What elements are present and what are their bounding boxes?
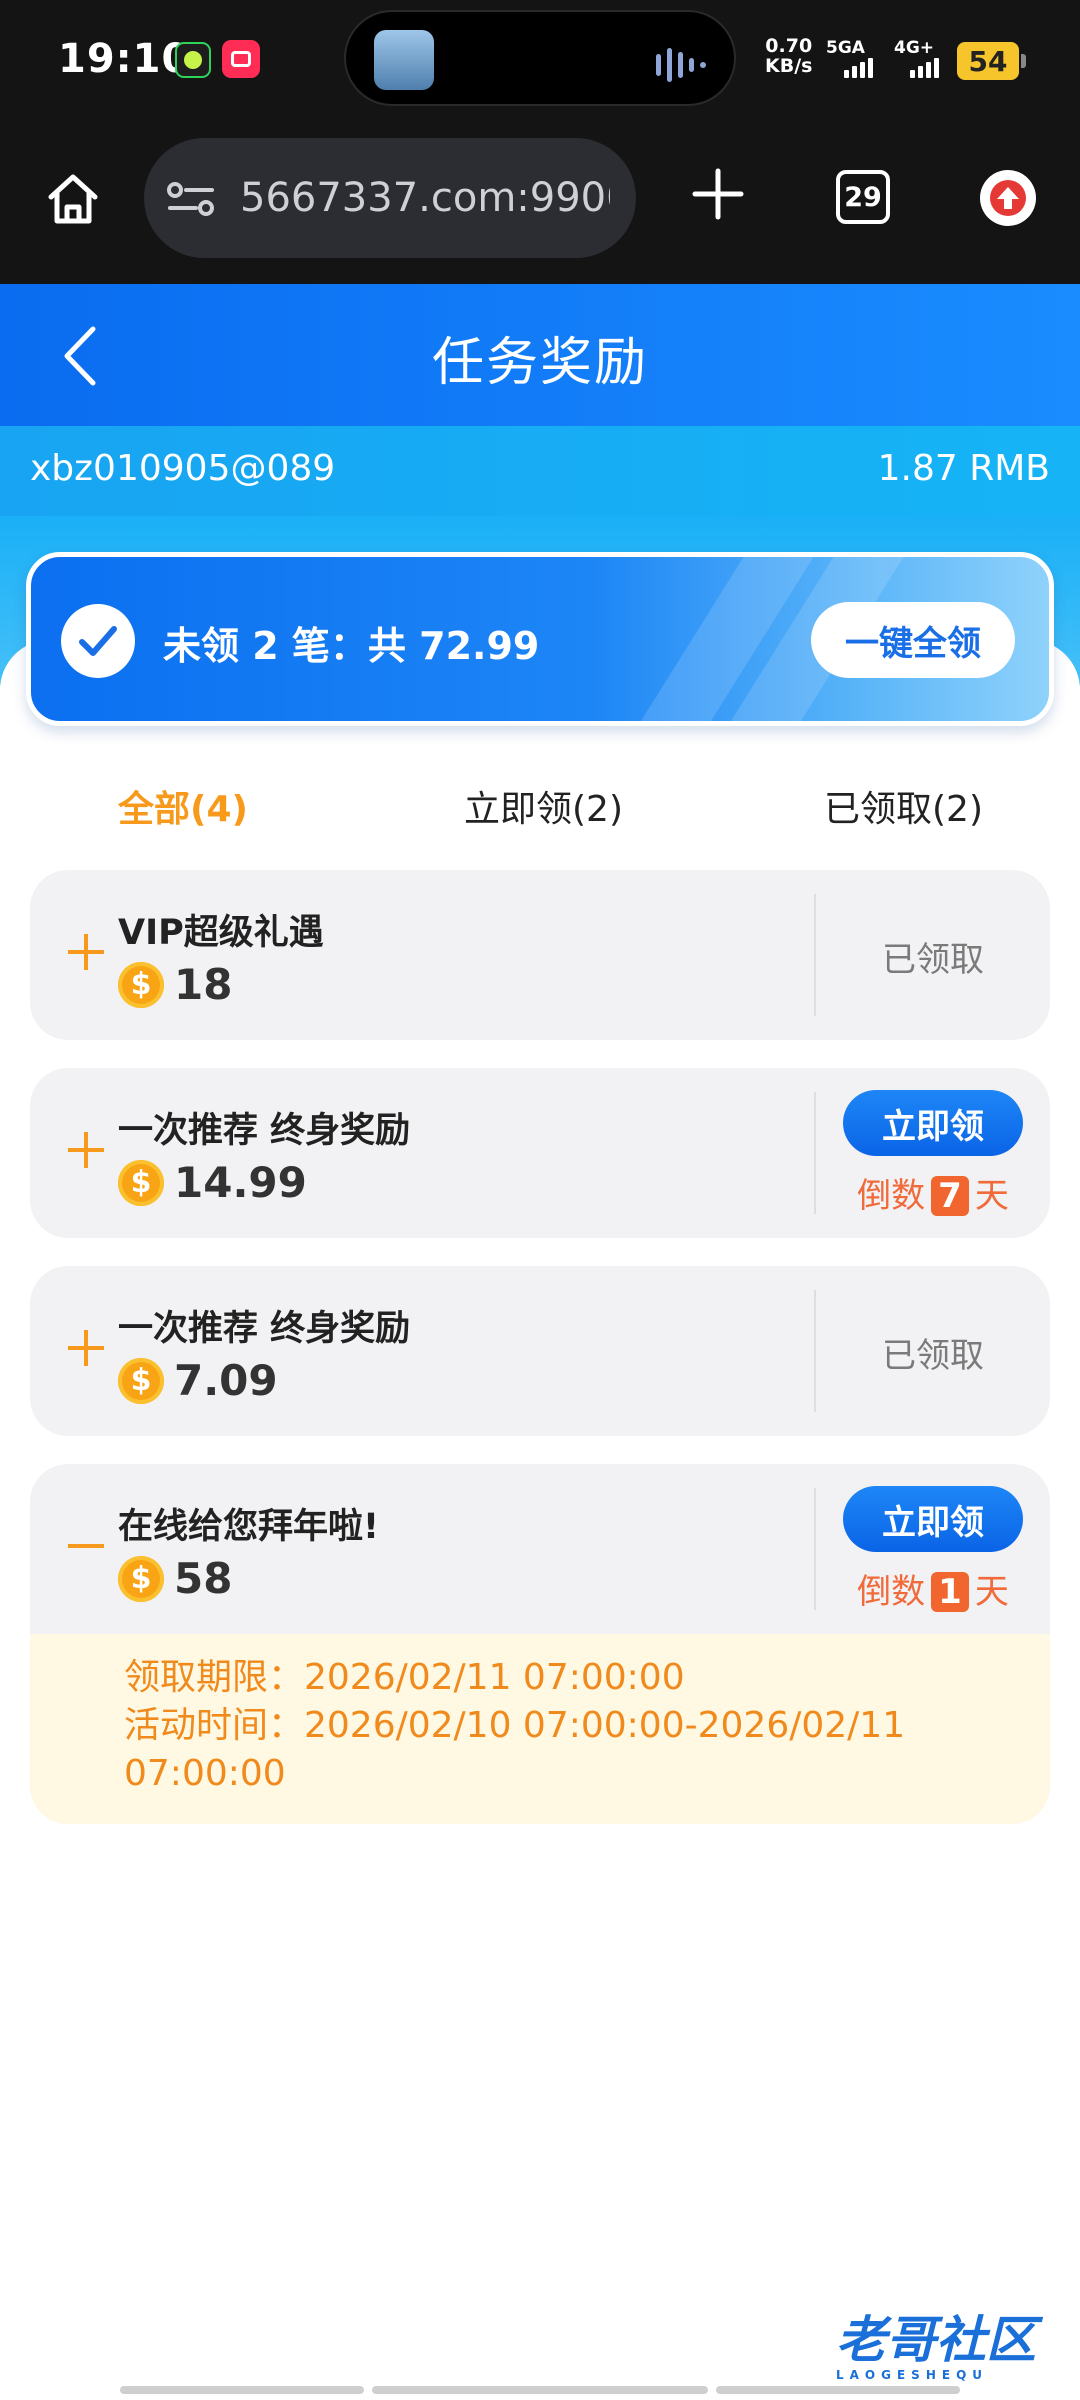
reward-card-expanded: 在线给您拜年啦! $ 58 立即领 倒数 1 天 领取期限：2026/02/11 0…	[30, 1464, 1050, 1824]
countdown: 倒数 7 天	[816, 1168, 1050, 1217]
media-thumbnail-icon	[374, 30, 434, 90]
claim-button[interactable]: 立即领	[843, 1486, 1023, 1552]
video-app-icon	[222, 40, 260, 78]
watermark-text: 老哥社区	[836, 2311, 1036, 2369]
watermark-logo: 老哥社区 LAOGESHEQU	[836, 2300, 1036, 2382]
site-settings-icon[interactable]	[166, 178, 218, 218]
app-header: 任务奖励	[0, 284, 1080, 426]
activity-period: 活动时间：2026/02/10 07:00:00-2026/02/11 07:0…	[124, 1705, 906, 1794]
gesture-bar	[120, 2386, 364, 2394]
select-all-checkbox[interactable]	[61, 604, 135, 678]
home-icon	[48, 174, 98, 224]
browser-toolbar: 5667337.com:9900 29	[0, 128, 1080, 284]
countdown-days: 1	[931, 1572, 969, 1612]
signal-icon-1	[844, 58, 873, 78]
reward-amount: 14.99	[174, 1158, 307, 1207]
dynamic-island[interactable]	[344, 10, 736, 106]
reward-card: VIP超级礼遇 $ 18 已领取	[30, 870, 1050, 1040]
plus-icon	[68, 934, 104, 970]
claim-button[interactable]: 立即领	[843, 1090, 1023, 1156]
reward-title: 一次推荐 终身奖励	[118, 1111, 411, 1151]
status-time: 19:10	[58, 36, 191, 82]
countdown-suffix: 天	[974, 1572, 1009, 1612]
address-bar[interactable]: 5667337.com:9900	[144, 138, 636, 258]
page-title: 任务奖励	[431, 333, 648, 393]
network-speed: 0.70 KB/s	[765, 36, 812, 76]
sim2-label: 4G+	[894, 38, 935, 58]
upload-arrow-icon	[990, 180, 1026, 216]
reward-details: 领取期限：2026/02/11 07:00:00 活动时间：2026/02/10…	[30, 1634, 1050, 1824]
gesture-bar	[716, 2386, 960, 2394]
music-app-icon	[175, 42, 211, 78]
unclaimed-summary-card: 未领 2 笔：共 72.99 一键全领	[26, 552, 1054, 726]
url-text[interactable]: 5667337.com:9900	[240, 175, 610, 221]
new-tab-button[interactable]	[682, 158, 754, 230]
watermark-subtext: LAOGESHEQU	[836, 2368, 989, 2382]
gesture-bar	[372, 2386, 708, 2394]
claim-deadline: 领取期限：2026/02/11 07:00:00	[124, 1657, 685, 1698]
tab-all[interactable]: 全部(4)	[118, 780, 248, 832]
tab-claimed[interactable]: 已领取(2)	[824, 780, 983, 832]
signal-icon-2	[910, 58, 939, 78]
update-button[interactable]	[980, 170, 1036, 226]
reward-amount: 7.09	[174, 1356, 278, 1405]
coin-icon: $	[118, 1556, 164, 1602]
net-speed-unit: KB/s	[765, 55, 813, 77]
tab-switcher-button[interactable]: 29	[836, 170, 890, 224]
plus-icon	[68, 1330, 104, 1366]
home-button[interactable]	[38, 164, 108, 234]
claimed-status: 已领取	[882, 940, 984, 980]
reward-amount: 18	[174, 960, 233, 1009]
user-balance: 1.87 RMB	[877, 448, 1050, 489]
countdown: 倒数 1 天	[816, 1564, 1050, 1613]
battery-level: 54	[968, 44, 1008, 78]
claim-all-button[interactable]: 一键全领	[811, 602, 1015, 678]
reward-card: 一次推荐 终身奖励 $ 7.09 已领取	[30, 1266, 1050, 1436]
check-icon	[79, 626, 117, 656]
sim1-label: 5GA	[826, 38, 865, 58]
expand-toggle[interactable]	[50, 916, 122, 988]
countdown-prefix: 倒数	[857, 1572, 926, 1612]
expand-toggle[interactable]	[50, 1114, 122, 1186]
audio-wave-icon	[656, 48, 706, 82]
reward-amount: 58	[174, 1554, 233, 1603]
unclaimed-summary-text: 未领 2 笔：共 72.99	[163, 624, 540, 668]
net-speed-value: 0.70	[765, 35, 813, 57]
plus-icon	[68, 1132, 104, 1168]
plus-icon	[692, 168, 744, 220]
countdown-days: 7	[931, 1176, 969, 1216]
coin-icon: $	[118, 1358, 164, 1404]
claimed-status: 已领取	[882, 1336, 984, 1376]
minus-icon	[68, 1544, 104, 1548]
coin-icon: $	[118, 962, 164, 1008]
coin-icon: $	[118, 1160, 164, 1206]
countdown-prefix: 倒数	[857, 1176, 926, 1216]
status-bar: 19:10 0.70 KB/s 5GA 4G+ 54	[0, 0, 1080, 128]
reward-card: 一次推荐 终身奖励 $ 14.99 立即领 倒数 7 天	[30, 1068, 1050, 1238]
countdown-suffix: 天	[974, 1176, 1009, 1216]
reward-title: 在线给您拜年啦!	[118, 1507, 379, 1547]
user-id: xbz010905@089	[30, 448, 336, 489]
reward-title: 一次推荐 终身奖励	[118, 1309, 411, 1349]
reward-title: VIP超级礼遇	[118, 913, 324, 953]
battery-icon: 54	[957, 42, 1026, 80]
tab-claimable[interactable]: 立即领(2)	[464, 780, 623, 832]
expand-toggle[interactable]	[50, 1312, 122, 1384]
collapse-toggle[interactable]	[50, 1510, 122, 1582]
account-bar: xbz010905@089 1.87 RMB	[0, 426, 1080, 516]
